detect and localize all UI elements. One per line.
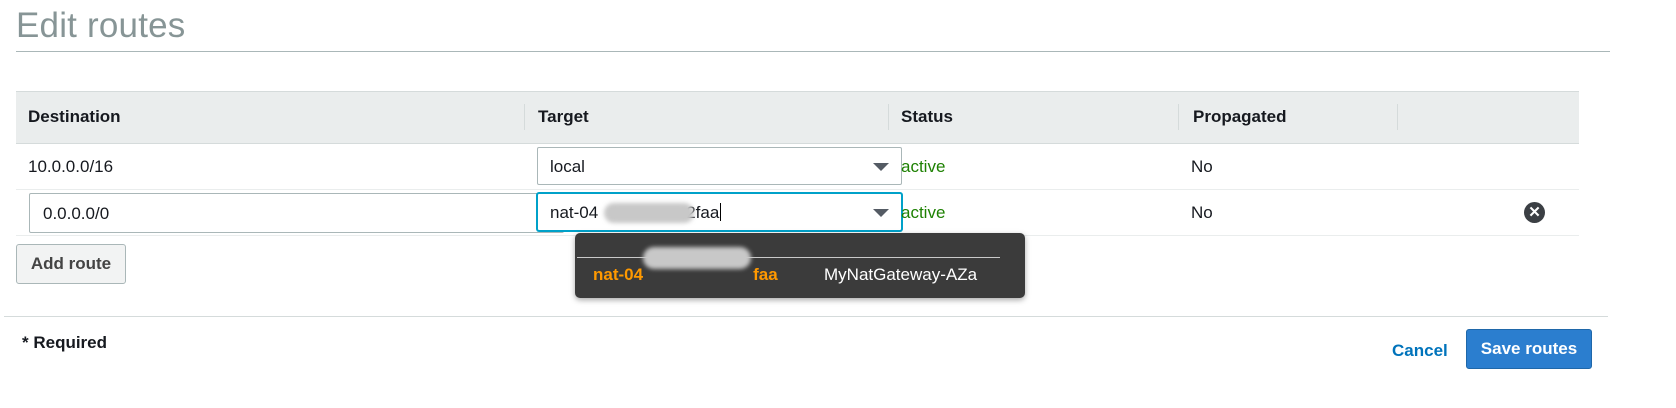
destination-input-value: 0.0.0.0/0 — [43, 204, 110, 223]
option-name: MyNatGateway-AZa — [824, 265, 978, 284]
close-circle-icon[interactable]: ✕ — [1524, 202, 1545, 223]
redaction-blur — [604, 203, 694, 223]
cancel-button[interactable]: Cancel — [1392, 341, 1448, 361]
footer-divider — [4, 316, 1608, 317]
status-value: active — [901, 203, 946, 222]
table-row: 10.0.0.0/16 local active No — [16, 144, 1579, 190]
header-status: Status — [901, 107, 953, 126]
header-destination: Destination — [28, 107, 121, 126]
required-note: * Required — [22, 333, 108, 352]
add-route-button[interactable]: Add route — [16, 244, 126, 284]
chevron-down-icon — [873, 209, 889, 217]
table-header: Destination Target Status Propagated — [16, 91, 1579, 144]
dropdown-divider — [577, 257, 1000, 258]
target-select[interactable]: nat-04 2faa — [537, 193, 902, 231]
column-separator — [524, 104, 525, 130]
page-title: Edit routes — [16, 6, 186, 45]
redaction-blur — [643, 247, 751, 269]
target-select[interactable]: local — [537, 147, 902, 185]
save-routes-button[interactable]: Save routes — [1466, 329, 1592, 369]
header-target: Target — [538, 107, 589, 126]
table-row: 0.0.0.0/0 nat-04 2faa active No ✕ — [16, 190, 1579, 236]
column-separator — [1397, 104, 1398, 130]
option-id-suffix: faa — [753, 265, 778, 284]
chevron-down-icon — [873, 163, 889, 171]
routes-table: Destination Target Status Propagated 10.… — [16, 91, 1579, 236]
target-value-prefix: nat-04 — [550, 203, 599, 222]
column-separator — [1178, 104, 1179, 130]
propagated-value: No — [1191, 203, 1213, 222]
target-dropdown-menu: nat-04 faa MyNatGateway-AZa — [575, 233, 1025, 298]
column-separator — [888, 104, 889, 130]
target-select-value: local — [550, 157, 585, 176]
header-propagated: Propagated — [1193, 107, 1287, 126]
text-cursor — [720, 203, 722, 221]
title-divider — [16, 51, 1610, 52]
option-id-prefix: nat-04 — [593, 265, 644, 284]
status-value: active — [901, 157, 946, 176]
destination-value: 10.0.0.0/16 — [28, 157, 114, 176]
destination-input[interactable]: 0.0.0.0/0 — [29, 193, 564, 233]
propagated-value: No — [1191, 157, 1213, 176]
